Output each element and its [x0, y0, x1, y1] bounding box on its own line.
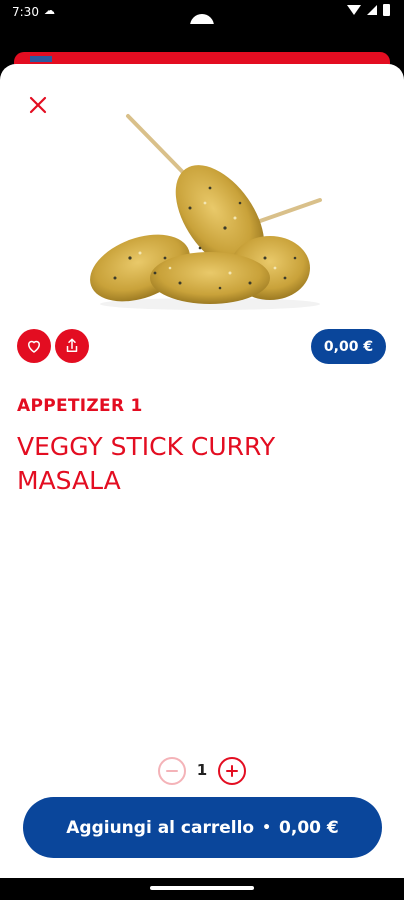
close-button[interactable]	[24, 92, 52, 120]
cloud-icon: ☁	[44, 5, 55, 17]
minus-icon	[166, 770, 178, 772]
product-detail-sheet: 0,00 € APPETIZER 1 VEGGY STICK CURRY MAS…	[0, 64, 404, 878]
quantity-value: 1	[196, 761, 208, 779]
background-card-tag	[30, 56, 52, 62]
battery-icon	[383, 4, 390, 16]
close-icon	[29, 96, 47, 114]
wifi-icon	[347, 5, 361, 15]
price-badge: 0,00 €	[311, 329, 386, 364]
add-to-cart-label: Aggiungi al carrello	[66, 817, 255, 838]
system-nav-bar	[0, 878, 404, 900]
veggy-stick-image	[90, 114, 322, 310]
share-icon	[66, 338, 78, 352]
home-indicator[interactable]	[150, 886, 254, 890]
add-to-cart-button[interactable]: Aggiungi al carrello • 0,00 €	[23, 797, 382, 858]
status-icons	[347, 4, 390, 16]
signal-icon	[367, 5, 377, 15]
add-to-cart-total: 0,00 €	[279, 817, 339, 838]
favorite-button[interactable]	[17, 329, 51, 363]
product-category: APPETIZER 1	[17, 396, 143, 416]
status-time: 7:30	[12, 5, 39, 19]
add-to-cart-separator: •	[262, 819, 272, 836]
plus-icon	[226, 765, 238, 777]
share-button[interactable]	[55, 329, 89, 363]
decrease-quantity-button[interactable]	[158, 757, 186, 785]
heart-icon	[27, 340, 41, 353]
quantity-stepper: 1	[158, 757, 258, 785]
increase-quantity-button[interactable]	[218, 757, 246, 785]
product-name: VEGGY STICK CURRY MASALA	[17, 432, 276, 495]
